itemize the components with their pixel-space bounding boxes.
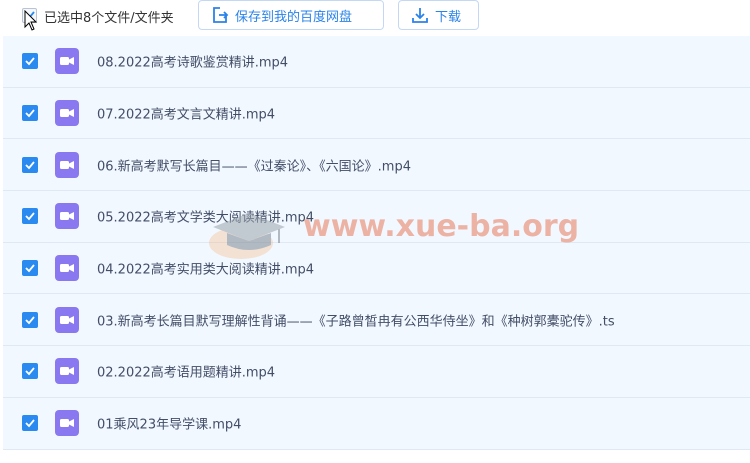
download-icon [412, 8, 428, 23]
check-icon [25, 57, 35, 66]
download-button[interactable]: 下载 [398, 0, 479, 30]
save-to-netdisk-button[interactable]: 保存到我的百度网盘 [198, 0, 384, 30]
graduation-cap-watermark-icon [209, 213, 285, 259]
table-row[interactable]: 01乘风23年导学课.mp4 [3, 397, 750, 450]
table-row[interactable]: 07.2022高考文言文精讲.mp4 [3, 87, 750, 140]
row-checkbox[interactable] [22, 415, 38, 432]
watermark-text: www.xue-ba.org [303, 209, 580, 244]
video-file-icon [55, 48, 79, 75]
table-row[interactable]: 06.新高考默写长篇目——《过秦论》、《六国论》.mp4 [3, 139, 750, 192]
save-to-netdisk-icon [213, 7, 229, 23]
table-row[interactable]: 08.2022高考诗歌鉴赏精讲.mp4 [3, 36, 750, 88]
video-file-icon [55, 410, 79, 437]
file-name[interactable]: 03.新高考长篇目默写理解性背诵——《子路曾皙冉有公西华侍坐》和《种树郭橐驼传》… [97, 310, 615, 329]
selected-count-label: 已选中8个文件/文件夹 [44, 11, 174, 26]
video-file-icon [55, 151, 79, 178]
file-name[interactable]: 07.2022高考文言文精讲.mp4 [97, 104, 275, 123]
video-file-icon [55, 100, 79, 127]
row-checkbox[interactable] [22, 156, 38, 173]
file-name[interactable]: 01乘风23年导学课.mp4 [97, 414, 241, 433]
file-name[interactable]: 06.新高考默写长篇目——《过秦论》、《六国论》.mp4 [97, 155, 411, 174]
row-checkbox[interactable] [22, 363, 38, 380]
row-checkbox[interactable] [22, 53, 38, 70]
mouse-cursor-icon [24, 10, 38, 31]
check-icon [25, 161, 35, 170]
file-name[interactable]: 02.2022高考语用题精讲.mp4 [97, 362, 275, 381]
check-icon [25, 109, 35, 118]
file-name[interactable]: 08.2022高考诗歌鉴赏精讲.mp4 [97, 52, 288, 71]
check-icon [25, 419, 35, 428]
check-icon [25, 264, 35, 273]
video-file-icon [55, 203, 79, 230]
check-icon [25, 316, 35, 325]
check-icon [25, 367, 35, 376]
check-icon [25, 212, 35, 221]
file-name[interactable]: 04.2022高考实用类大阅读精讲.mp4 [97, 259, 314, 278]
table-row[interactable]: 02.2022高考语用题精讲.mp4 [3, 346, 750, 398]
row-checkbox[interactable] [22, 105, 38, 122]
video-file-icon [55, 306, 79, 333]
toolbar: 已选中8个文件/文件夹 保存到我的百度网盘 下载 [0, 0, 750, 36]
video-file-icon [55, 255, 79, 282]
save-button-label: 保存到我的百度网盘 [235, 9, 353, 25]
download-button-label: 下载 [435, 9, 462, 25]
file-share-page: 已选中8个文件/文件夹 保存到我的百度网盘 下载 08.2022高考诗歌鉴赏精讲… [0, 0, 750, 463]
row-checkbox[interactable] [22, 260, 38, 277]
table-row[interactable]: 03.新高考长篇目默写理解性背诵——《子路曾皙冉有公西华侍坐》和《种树郭橐驼传》… [3, 294, 750, 347]
row-checkbox[interactable] [22, 208, 38, 225]
table-row[interactable]: 04.2022高考实用类大阅读精讲.mp4 [3, 242, 750, 295]
video-file-icon [55, 358, 79, 385]
row-checkbox[interactable] [22, 311, 38, 328]
